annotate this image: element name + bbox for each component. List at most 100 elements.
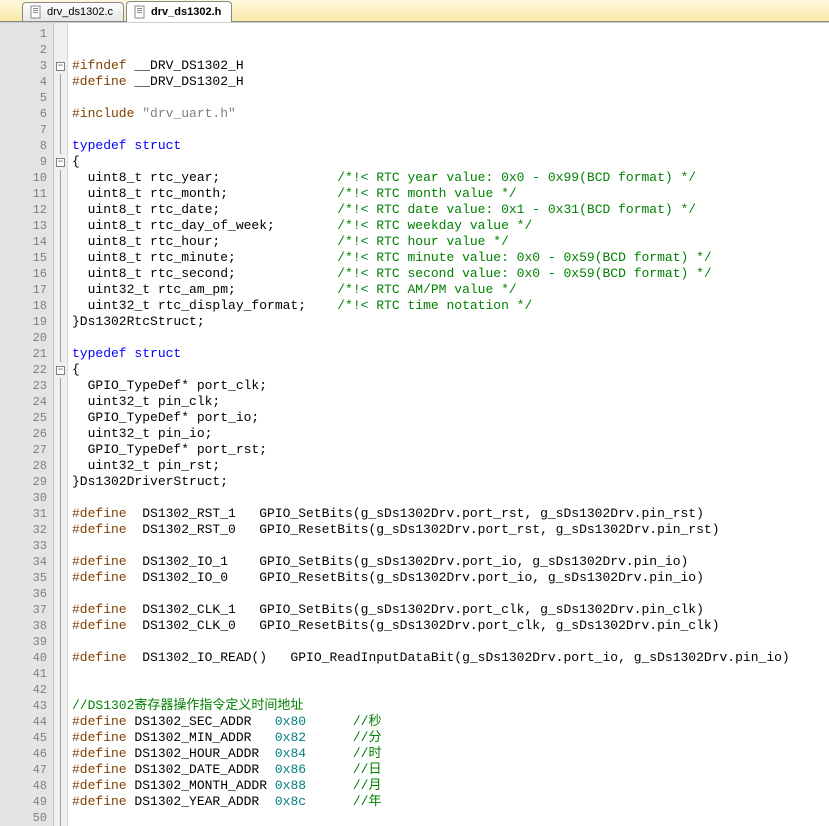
line-number: 25	[0, 410, 47, 426]
line-number: 44	[0, 714, 47, 730]
code-line[interactable]: uint32_t pin_rst;	[72, 458, 829, 474]
code-line[interactable]: #define DS1302_RST_0 GPIO_ResetBits(g_sD…	[72, 522, 829, 538]
code-line[interactable]: uint32_t pin_clk;	[72, 394, 829, 410]
fold-marker	[60, 218, 67, 234]
fold-marker	[60, 490, 67, 506]
tab-bar: drv_ds1302.c drv_ds1302.h	[0, 0, 829, 22]
fold-marker	[60, 586, 67, 602]
fold-marker	[60, 234, 67, 250]
line-number: 13	[0, 218, 47, 234]
fold-marker	[60, 410, 67, 426]
line-number: 18	[0, 298, 47, 314]
code-line[interactable]: uint32_t pin_io;	[72, 426, 829, 442]
code-line[interactable]: #define DS1302_HOUR_ADDR 0x84 //时	[72, 746, 829, 762]
fold-marker	[60, 522, 67, 538]
line-number: 37	[0, 602, 47, 618]
code-area[interactable]: #ifndef __DRV_DS1302_H#define __DRV_DS13…	[68, 23, 829, 826]
fold-marker[interactable]: −	[54, 58, 67, 74]
code-line[interactable]: #define DS1302_IO_1 GPIO_SetBits(g_sDs13…	[72, 554, 829, 570]
fold-marker	[60, 666, 67, 682]
code-line[interactable]: typedef struct	[72, 346, 829, 362]
line-number: 6	[0, 106, 47, 122]
line-number: 1	[0, 26, 47, 42]
tab-label: drv_ds1302.h	[151, 6, 221, 18]
line-number: 22	[0, 362, 47, 378]
code-line[interactable]: GPIO_TypeDef* port_io;	[72, 410, 829, 426]
code-line[interactable]: #define DS1302_YEAR_ADDR 0x8c //年	[72, 794, 829, 810]
code-line[interactable]: uint32_t rtc_am_pm; /*!< RTC AM/PM value…	[72, 282, 829, 298]
line-number: 33	[0, 538, 47, 554]
code-line[interactable]: {	[72, 362, 829, 378]
code-line[interactable]: GPIO_TypeDef* port_clk;	[72, 378, 829, 394]
code-line[interactable]: uint8_t rtc_hour; /*!< RTC hour value */	[72, 234, 829, 250]
code-line[interactable]: #define __DRV_DS1302_H	[72, 74, 829, 90]
code-line[interactable]	[72, 538, 829, 554]
line-number: 49	[0, 794, 47, 810]
code-line[interactable]: {	[72, 154, 829, 170]
code-line[interactable]: uint8_t rtc_year; /*!< RTC year value: 0…	[72, 170, 829, 186]
code-line[interactable]: uint8_t rtc_month; /*!< RTC month value …	[72, 186, 829, 202]
line-number: 46	[0, 746, 47, 762]
code-line[interactable]	[72, 330, 829, 346]
fold-marker	[60, 394, 67, 410]
file-icon	[133, 5, 147, 19]
line-number: 39	[0, 634, 47, 650]
code-line[interactable]	[72, 26, 829, 42]
line-number: 38	[0, 618, 47, 634]
code-line[interactable]: #define DS1302_IO_0 GPIO_ResetBits(g_sDs…	[72, 570, 829, 586]
code-line[interactable]: }Ds1302RtcStruct;	[72, 314, 829, 330]
fold-marker	[60, 538, 67, 554]
line-number: 21	[0, 346, 47, 362]
tab-file-c[interactable]: drv_ds1302.c	[22, 2, 124, 21]
code-line[interactable]: #ifndef __DRV_DS1302_H	[72, 58, 829, 74]
fold-marker	[60, 730, 67, 746]
code-line[interactable]: uint8_t rtc_second; /*!< RTC second valu…	[72, 266, 829, 282]
code-line[interactable]: uint8_t rtc_minute; /*!< RTC minute valu…	[72, 250, 829, 266]
fold-marker	[60, 714, 67, 730]
fold-marker	[60, 458, 67, 474]
code-line[interactable]	[72, 682, 829, 698]
fold-marker	[60, 634, 67, 650]
code-line[interactable]: GPIO_TypeDef* port_rst;	[72, 442, 829, 458]
code-line[interactable]	[72, 586, 829, 602]
code-line[interactable]	[72, 634, 829, 650]
code-line[interactable]: uint32_t rtc_display_format; /*!< RTC ti…	[72, 298, 829, 314]
fold-marker[interactable]: −	[54, 362, 67, 378]
code-line[interactable]	[72, 490, 829, 506]
code-line[interactable]: }Ds1302DriverStruct;	[72, 474, 829, 490]
fold-column[interactable]: − − −	[54, 23, 68, 826]
line-number: 43	[0, 698, 47, 714]
code-line[interactable]	[72, 122, 829, 138]
code-line[interactable]: typedef struct	[72, 138, 829, 154]
code-line[interactable]	[72, 42, 829, 58]
line-number: 9	[0, 154, 47, 170]
fold-marker	[60, 602, 67, 618]
tab-file-h[interactable]: drv_ds1302.h	[126, 1, 232, 22]
code-line[interactable]: //DS1302寄存器操作指令定义时间地址	[72, 698, 829, 714]
line-number: 15	[0, 250, 47, 266]
fold-marker	[60, 746, 67, 762]
code-line[interactable]: #define DS1302_DATE_ADDR 0x86 //日	[72, 762, 829, 778]
code-line[interactable]: #define DS1302_CLK_1 GPIO_SetBits(g_sDs1…	[72, 602, 829, 618]
code-line[interactable]: uint8_t rtc_date; /*!< RTC date value: 0…	[72, 202, 829, 218]
code-line[interactable]	[72, 810, 829, 826]
code-line[interactable]: #define DS1302_MONTH_ADDR 0x88 //月	[72, 778, 829, 794]
fold-marker[interactable]: −	[54, 154, 67, 170]
code-line[interactable]: #include "drv_uart.h"	[72, 106, 829, 122]
code-line[interactable]: #define DS1302_SEC_ADDR 0x80 //秒	[72, 714, 829, 730]
fold-marker	[60, 186, 67, 202]
code-line[interactable]	[72, 90, 829, 106]
line-number: 35	[0, 570, 47, 586]
code-line[interactable]: uint8_t rtc_day_of_week; /*!< RTC weekda…	[72, 218, 829, 234]
code-line[interactable]: #define DS1302_CLK_0 GPIO_ResetBits(g_sD…	[72, 618, 829, 634]
line-number: 41	[0, 666, 47, 682]
line-number: 31	[0, 506, 47, 522]
fold-marker	[60, 266, 67, 282]
code-line[interactable]: #define DS1302_MIN_ADDR 0x82 //分	[72, 730, 829, 746]
code-line[interactable]: #define DS1302_RST_1 GPIO_SetBits(g_sDs1…	[72, 506, 829, 522]
code-line[interactable]: #define DS1302_IO_READ() GPIO_ReadInputD…	[72, 650, 829, 666]
line-number: 26	[0, 426, 47, 442]
code-line[interactable]	[72, 666, 829, 682]
line-number: 19	[0, 314, 47, 330]
code-editor[interactable]: 1234567891011121314151617181920212223242…	[0, 22, 829, 826]
